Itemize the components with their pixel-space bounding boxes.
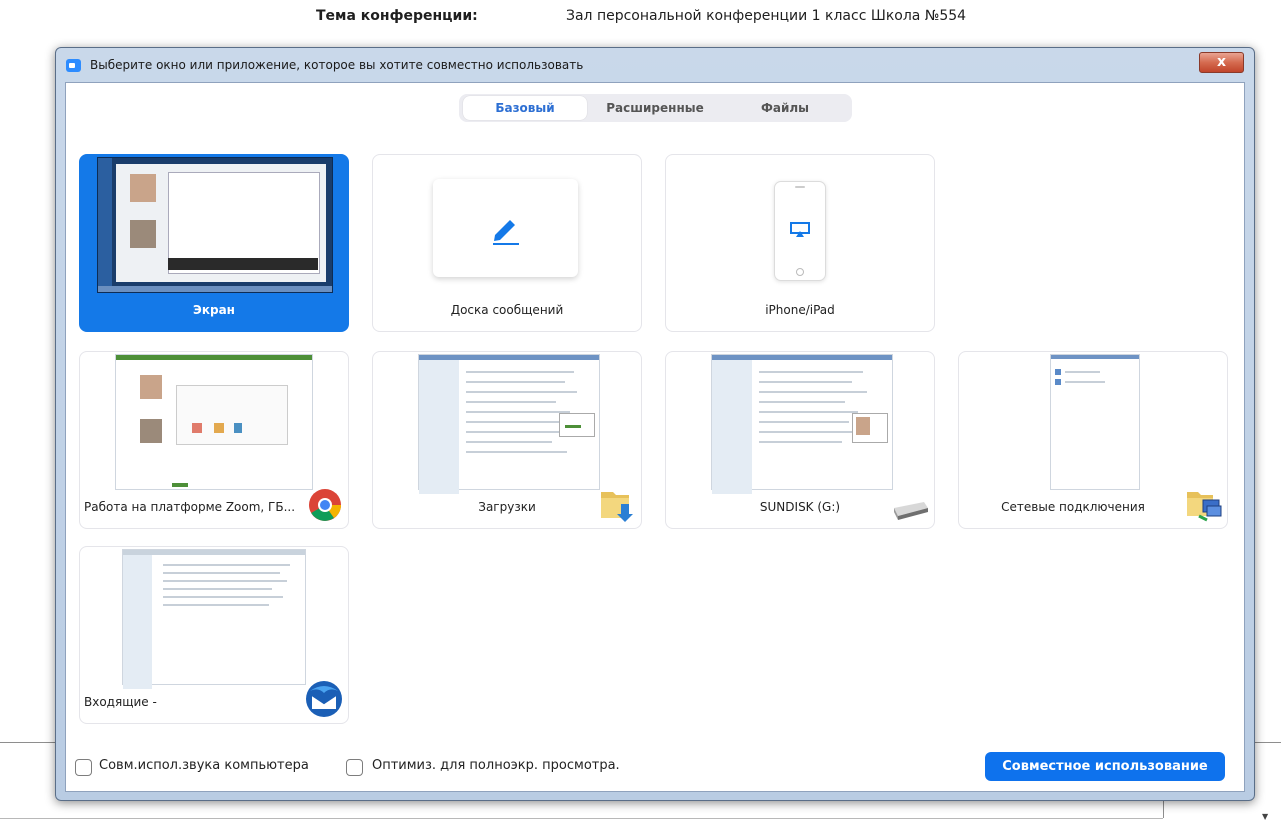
tile-network-connections[interactable]: Сетевые подключения	[958, 351, 1228, 529]
dialog-content: Базовый Расширенные Файлы Экран Доска со…	[65, 82, 1245, 792]
tile-label: iPhone/iPad	[765, 303, 835, 317]
pencil-icon	[493, 220, 519, 245]
tile-iphone-ipad[interactable]: iPhone/iPad	[665, 154, 935, 332]
window-preview	[115, 354, 313, 490]
optimize-video-label[interactable]: Оптимиз. для полноэкр. просмотра.	[372, 758, 620, 773]
phone-preview	[774, 181, 826, 281]
tile-label: Доска сообщений	[450, 303, 564, 317]
dialog-title: Выберите окно или приложение, которое вы…	[90, 58, 584, 72]
topic-value: Зал персональной конференции 1 класс Шко…	[566, 8, 967, 24]
tile-inbox-window[interactable]: Входящие -	[79, 546, 349, 724]
close-button[interactable]: x	[1199, 52, 1244, 73]
tile-label: Сетевые подключения	[1001, 500, 1145, 514]
meeting-topic: Тема конференции: Зал персональной конфе…	[0, 8, 1281, 30]
share-tabs: Базовый Расширенные Файлы	[459, 94, 852, 122]
tile-downloads-folder[interactable]: Загрузки	[372, 351, 642, 529]
folder-download-icon	[601, 492, 633, 522]
airplay-icon	[790, 222, 810, 237]
tab-basic[interactable]: Базовый	[463, 96, 587, 120]
computer-sound-checkbox[interactable]	[75, 759, 92, 776]
screen-preview	[97, 157, 333, 293]
window-preview	[122, 549, 306, 689]
window-preview	[1050, 354, 1140, 490]
drive-icon	[894, 502, 928, 520]
window-preview	[711, 354, 893, 494]
share-button[interactable]: Совместное использование	[985, 752, 1225, 781]
thunderbird-icon	[306, 681, 342, 717]
tile-screen[interactable]: Экран	[79, 154, 349, 332]
dialog-titlebar[interactable]: Выберите окно или приложение, которое вы…	[56, 48, 1254, 82]
computer-sound-label[interactable]: Совм.испол.звука компьютера	[99, 758, 309, 773]
network-folder-icon	[1187, 492, 1222, 522]
whiteboard-preview	[433, 179, 578, 277]
tile-sundisk-drive[interactable]: SUNDISK (G:)	[665, 351, 935, 529]
chrome-icon	[309, 489, 341, 521]
topic-label: Тема конференции:	[316, 8, 478, 24]
tile-whiteboard[interactable]: Доска сообщений	[372, 154, 642, 332]
share-screen-dialog: Выберите окно или приложение, которое вы…	[55, 47, 1255, 801]
tab-advanced[interactable]: Расширенные	[593, 96, 717, 120]
window-preview	[418, 354, 600, 494]
zoom-app-icon	[66, 59, 81, 72]
tile-label: Экран	[193, 303, 235, 317]
optimize-video-checkbox[interactable]	[346, 759, 363, 776]
tile-chrome-window[interactable]: Работа на платформе Zoom, ГБ...	[79, 351, 349, 529]
tab-files[interactable]: Файлы	[723, 96, 847, 120]
